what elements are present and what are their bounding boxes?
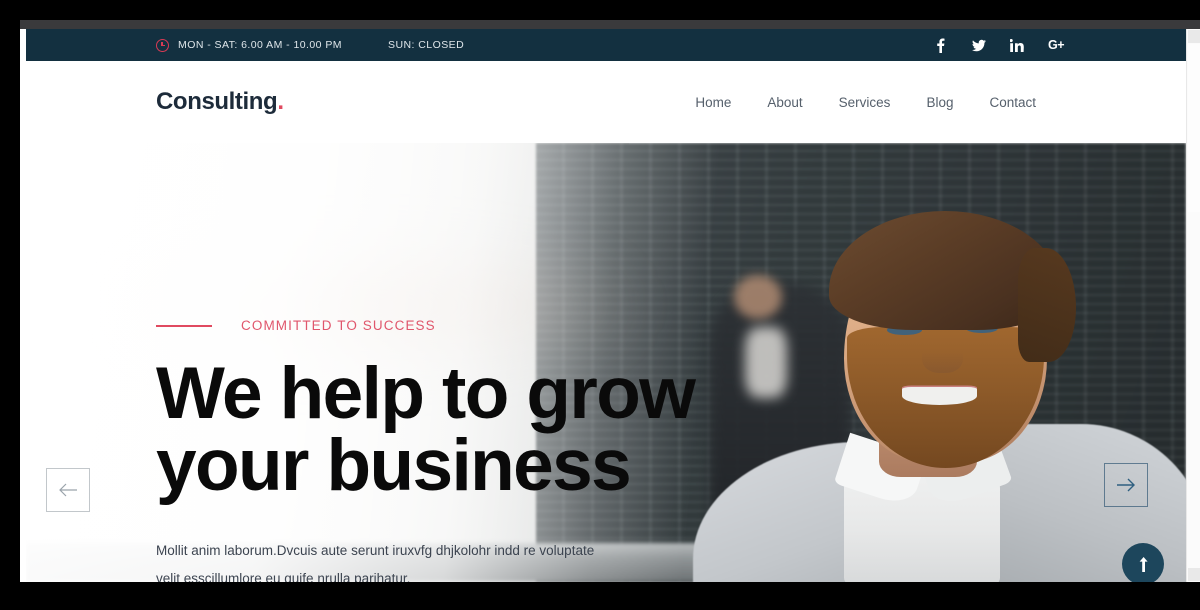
clock-icon xyxy=(156,38,169,52)
hero-paragraph: Mollit anim laborum.Dvcuis aute serunt i… xyxy=(156,537,596,582)
google-plus-icon[interactable]: G+ xyxy=(1048,37,1065,53)
nav-item-blog[interactable]: Blog xyxy=(926,95,953,110)
page-scrollbar[interactable] xyxy=(1186,29,1200,582)
hero-eyebrow: COMMITTED TO SUCCESS xyxy=(156,318,796,333)
logo-text: Consulting xyxy=(156,88,278,115)
carousel-next-button[interactable] xyxy=(1104,463,1148,507)
hero-paragraph-line-1: Mollit anim laborum.Dvcuis aute serunt i… xyxy=(156,543,595,559)
sunday-hours-text: SUN: CLOSED xyxy=(388,39,465,51)
browser-window: MON - SAT: 6.00 AM - 10.00 PM SUN: CLOSE… xyxy=(0,0,1200,610)
hero-eyebrow-text: COMMITTED TO SUCCESS xyxy=(241,318,436,333)
arrow-left-icon xyxy=(59,483,77,497)
hero-headline: We help to grow your business xyxy=(156,357,796,502)
nav-item-about[interactable]: About xyxy=(767,95,802,110)
arrow-right-icon xyxy=(1117,478,1135,492)
nav-item-contact[interactable]: Contact xyxy=(989,95,1036,110)
topbar-hours-group: MON - SAT: 6.00 AM - 10.00 PM SUN: CLOSE… xyxy=(26,38,465,52)
hero-slider: COMMITTED TO SUCCESS We help to grow you… xyxy=(26,143,1186,582)
scrollbar-up-button[interactable] xyxy=(1188,30,1200,43)
carousel-prev-button[interactable] xyxy=(46,468,90,512)
nav-item-home[interactable]: Home xyxy=(695,95,731,110)
nav-item-services[interactable]: Services xyxy=(839,95,891,110)
browser-chrome-strip xyxy=(20,20,1200,29)
logo-dot: . xyxy=(277,88,284,115)
site-header: Consulting. Home About Services Blog Con… xyxy=(26,61,1186,143)
top-info-bar: MON - SAT: 6.00 AM - 10.00 PM SUN: CLOSE… xyxy=(26,29,1186,61)
headline-line-2: your business xyxy=(156,424,632,506)
business-hours-text: MON - SAT: 6.00 AM - 10.00 PM xyxy=(178,39,342,51)
linkedin-icon[interactable] xyxy=(1009,37,1024,53)
headline-line-1: We help to grow xyxy=(156,353,696,434)
eyebrow-rule xyxy=(156,324,212,327)
main-navigation: Home About Services Blog Contact xyxy=(695,95,1186,110)
scrollbar-down-button[interactable] xyxy=(1188,568,1200,581)
facebook-icon[interactable] xyxy=(934,37,948,53)
arrow-up-icon xyxy=(1139,556,1148,572)
scroll-to-top-button[interactable] xyxy=(1122,543,1164,582)
scrollbar-thumb[interactable] xyxy=(1188,44,1200,212)
page-viewport: MON - SAT: 6.00 AM - 10.00 PM SUN: CLOSE… xyxy=(20,29,1200,582)
twitter-icon[interactable] xyxy=(971,37,986,53)
hero-paragraph-line-2: velit esscillumlore eu quife nrulla pari… xyxy=(156,570,411,582)
hero-content: COMMITTED TO SUCCESS We help to grow you… xyxy=(156,143,796,582)
social-links-group: G+ xyxy=(934,37,1186,53)
site-logo[interactable]: Consulting. xyxy=(26,88,284,116)
